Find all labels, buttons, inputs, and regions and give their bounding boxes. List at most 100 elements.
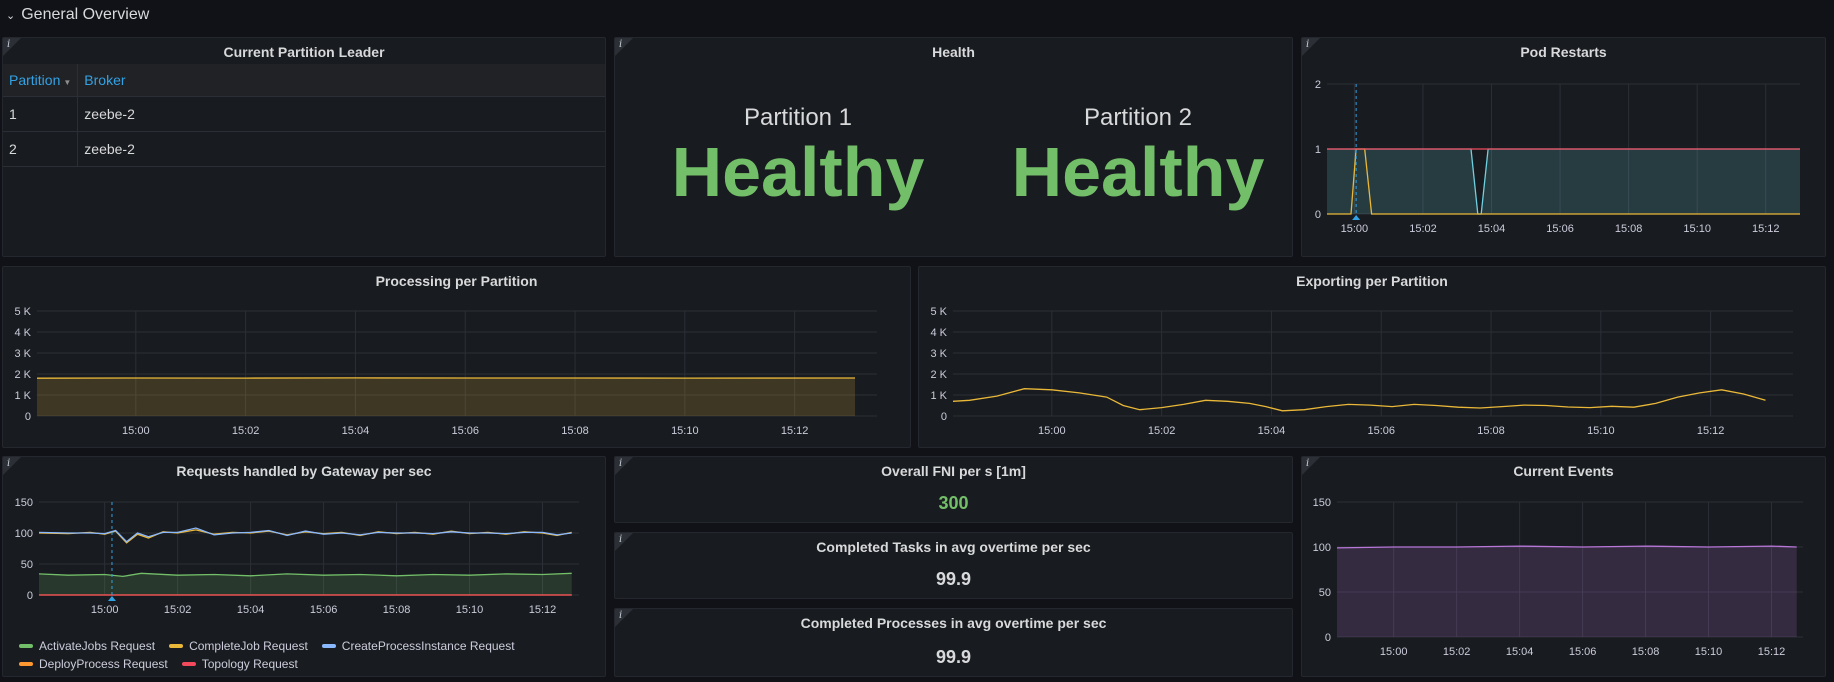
x-tick-label: 15:08: [1632, 646, 1660, 658]
x-tick-label: 15:10: [456, 604, 484, 616]
annotation-marker: [1352, 215, 1361, 220]
table-cell: 2: [3, 131, 79, 167]
panel-overall-fni: i Overall FNI per s [1m] 300: [614, 456, 1293, 523]
panel-title: Current Partition Leader: [223, 44, 385, 60]
x-tick-label: 15:12: [529, 604, 557, 616]
x-tick-label: 15:00: [1380, 646, 1408, 658]
processing-chart[interactable]: 0 1 K 2 K 3 K 4 K 5 K 15:00 15:02 15:04 15:06 15:0…: [3, 267, 911, 448]
x-tick-label: 15:06: [1367, 425, 1395, 437]
x-tick-label: 15:00: [1038, 425, 1066, 437]
y-tick-label: 0: [25, 411, 31, 423]
legend-swatch: [19, 662, 33, 666]
panel-processing-per-partition: Processing per Partition 01 K2 K3 K4 K5 …: [2, 266, 911, 448]
gateway-chart[interactable]: 0 50 100 150 15:00 15:02 15:04 15:06 15:08 15:10 1…: [3, 457, 606, 633]
health-partition-1: Partition 1 Healthy: [653, 104, 943, 212]
legend-label: DeployProcess Request: [39, 657, 168, 671]
health-label: Partition 1: [743, 104, 853, 131]
panel-completed-tasks: i Completed Tasks in avg overtime per se…: [614, 532, 1293, 599]
table-row: 1 zeebe-2: [3, 96, 605, 132]
partition-leader-table: Partition ▼ Broker 1 zeebe-2 2 zeebe-2: [3, 64, 605, 167]
legend-label: CreateProcessInstance Request: [341, 639, 515, 653]
column-header-broker[interactable]: Broker: [77, 64, 605, 97]
column-header-partition[interactable]: Partition ▼: [3, 64, 79, 97]
y-tick-label: 150: [1313, 497, 1331, 509]
x-tick-label: 15:04: [1258, 425, 1286, 437]
x-tick-label: 15:06: [451, 425, 479, 437]
y-tick-label: 100: [15, 528, 33, 540]
annotation-marker: [107, 596, 116, 601]
y-tick-label: 50: [21, 559, 33, 571]
y-tick-label: 5 K: [930, 306, 947, 318]
x-tick-label: 15:02: [1409, 223, 1437, 235]
x-tick-label: 15:10: [1683, 223, 1711, 235]
sort-down-icon: ▼: [63, 78, 72, 87]
x-tick-label: 15:08: [1615, 223, 1643, 235]
x-tick-label: 15:10: [671, 425, 699, 437]
chevron-down-icon[interactable]: ⌄: [6, 9, 15, 22]
y-tick-label: 2 K: [14, 369, 31, 381]
legend-swatch: [19, 644, 33, 648]
legend-swatch: [321, 644, 336, 648]
table-cell: 1: [3, 96, 79, 132]
health-value: Healthy: [671, 133, 925, 211]
legend-label: CompleteJob Request: [189, 639, 308, 653]
legend-item[interactable]: CreateProcessInstance Request: [321, 639, 515, 653]
x-tick-label: 15:06: [1569, 646, 1597, 658]
legend-label: ActivateJobs Request: [39, 639, 156, 653]
current-events-chart[interactable]: 0 50 100 150 15:00 15:02 15:04 15:06 15:08 15:10 1…: [1302, 457, 1826, 677]
y-tick-label: 2: [1315, 79, 1321, 91]
series-line: [952, 388, 1766, 412]
y-tick-label: 0: [27, 590, 33, 602]
x-tick-label: 15:00: [91, 604, 119, 616]
y-tick-label: 1 K: [930, 390, 947, 402]
panel-health: i Health Partition 1 Healthy Partition 2…: [614, 37, 1293, 257]
table-cell: zeebe-2: [77, 131, 605, 167]
y-tick-label: 3 K: [930, 348, 947, 360]
x-tick-label: 15:04: [1506, 646, 1534, 658]
legend-item[interactable]: ActivateJobs Request: [19, 639, 155, 653]
x-tick-label: 15:02: [1443, 646, 1471, 658]
x-tick-label: 15:04: [1478, 223, 1506, 235]
series-area: [1337, 546, 1797, 637]
pod-restarts-chart[interactable]: 0 1 2 15:00 15:02 15:04 15:06 15:08 15:10 15:12: [1302, 38, 1826, 257]
table-row: 2 zeebe-2: [3, 131, 605, 167]
series-area: [37, 377, 855, 416]
row-general-overview[interactable]: ⌄ General Overview: [0, 0, 1834, 30]
x-tick-label: 15:12: [1752, 223, 1780, 235]
legend-label: Topology Request: [201, 657, 298, 671]
legend-item[interactable]: CompleteJob Request: [169, 639, 308, 653]
series-area: [1327, 149, 1800, 214]
panel-title: Health: [932, 44, 975, 60]
x-tick-label: 15:12: [1697, 425, 1725, 437]
stat-value: 99.9: [935, 569, 972, 589]
x-tick-label: 15:02: [232, 425, 260, 437]
health-value: Healthy: [1011, 133, 1265, 211]
legend-item[interactable]: Topology Request: [181, 657, 298, 671]
y-tick-label: 1 K: [14, 390, 31, 402]
y-tick-label: 2 K: [930, 369, 947, 381]
series-line: [38, 529, 572, 544]
legend-item[interactable]: DeployProcess Request: [19, 657, 168, 671]
stat-value: 300: [938, 493, 969, 513]
panel-current-partition-leader: i Current Partition Leader Partition ▼ Br…: [2, 37, 606, 257]
y-tick-label: 100: [1313, 542, 1331, 554]
y-tick-label: 0: [1315, 209, 1321, 221]
y-tick-label: 0: [941, 411, 947, 423]
x-tick-label: 15:08: [1477, 425, 1505, 437]
panel-title: Overall FNI per s [1m]: [881, 463, 1026, 479]
y-tick-label: 5 K: [14, 306, 31, 318]
panel-pod-restarts: i Pod Restarts 0 1 2 15:00 15:02 15:04 15:06 15…: [1301, 37, 1826, 257]
x-tick-label: 15:10: [1587, 425, 1615, 437]
exporting-chart[interactable]: 0 1 K 2 K 3 K 4 K 5 K 15:00 15:02 15:04 15:06 15:0…: [919, 267, 1826, 448]
y-tick-label: 50: [1319, 587, 1331, 599]
panel-exporting-per-partition: Exporting per Partition 01 K2 K3 K4 K5 K…: [918, 266, 1826, 448]
y-tick-label: 0: [1325, 632, 1331, 644]
x-tick-label: 15:08: [383, 604, 411, 616]
y-tick-label: 1: [1315, 144, 1321, 156]
table-cell: zeebe-2: [77, 96, 605, 132]
y-tick-label: 4 K: [14, 327, 31, 339]
y-tick-label: 3 K: [14, 348, 31, 360]
health-label: Partition 2: [1083, 104, 1193, 131]
x-tick-label: 15:00: [1341, 223, 1369, 235]
stat-value: 99.9: [935, 647, 972, 667]
